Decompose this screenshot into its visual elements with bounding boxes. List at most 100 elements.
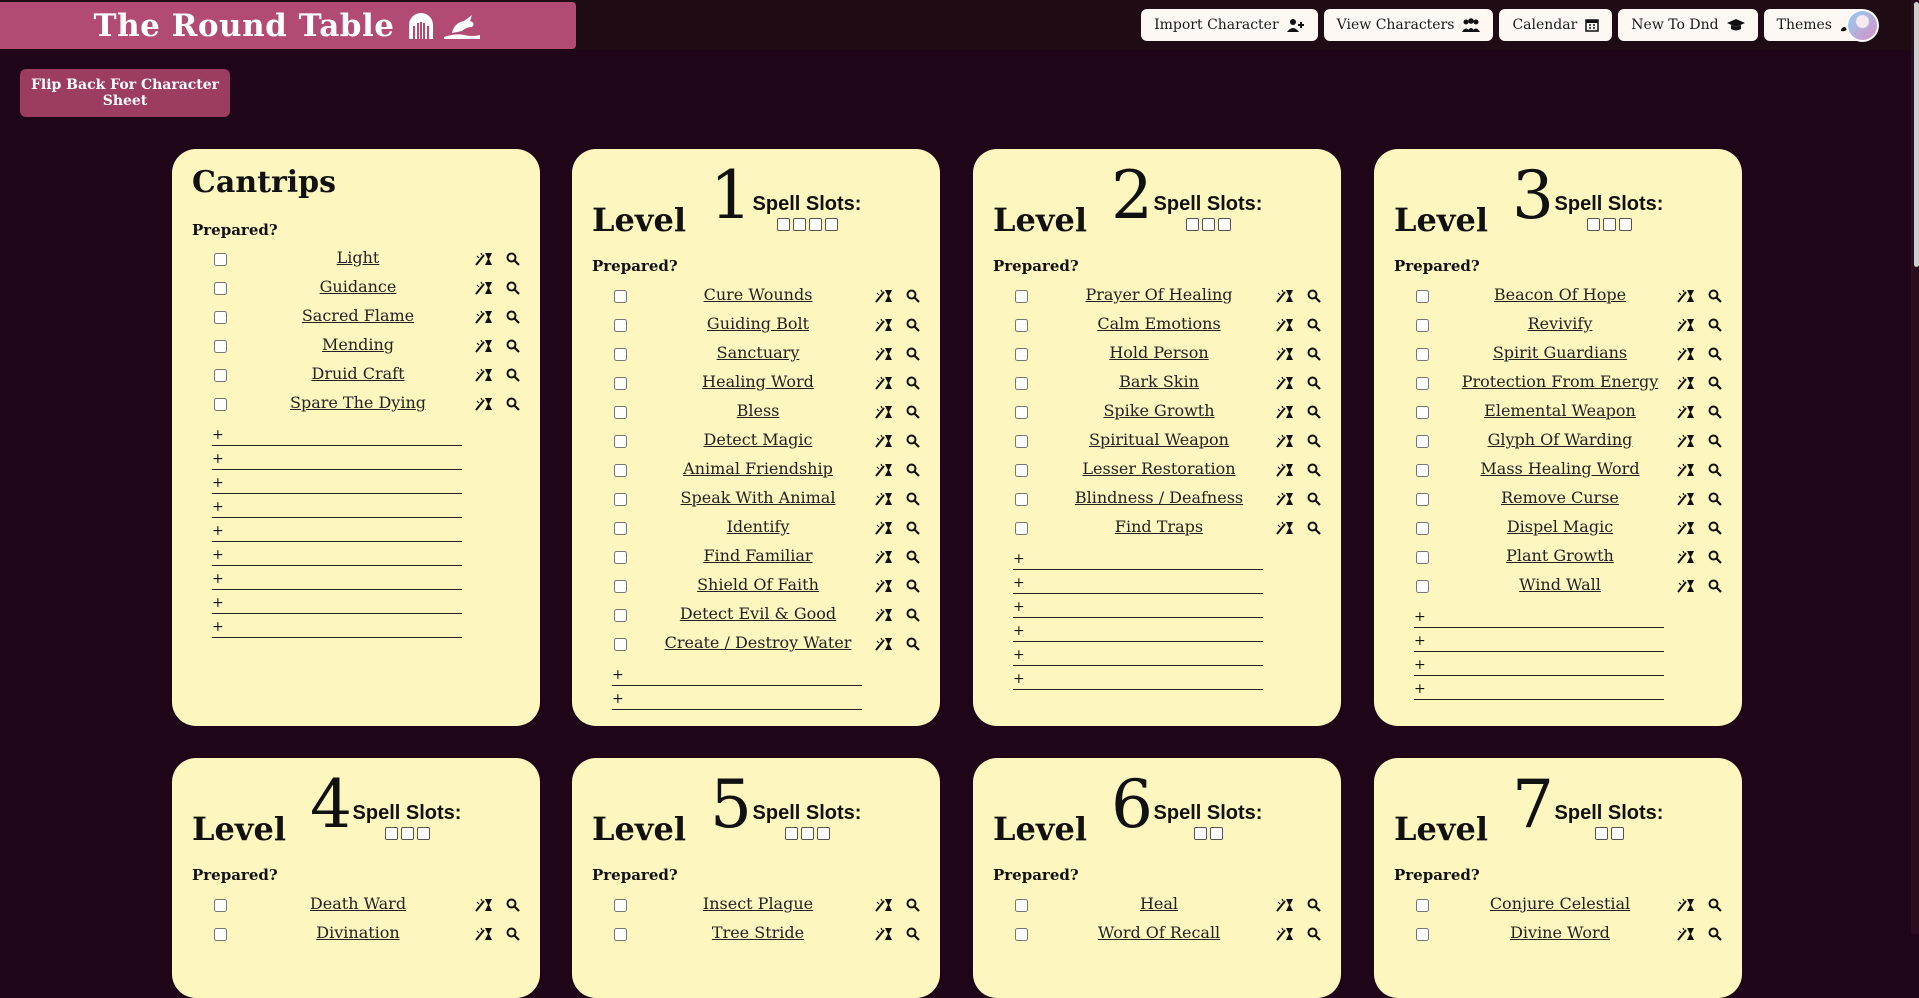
prepared-checkbox[interactable] bbox=[214, 340, 227, 353]
search-icon[interactable] bbox=[906, 317, 920, 332]
spell-slot-checkbox[interactable] bbox=[1201, 218, 1215, 231]
cast-spell-icon[interactable] bbox=[1677, 375, 1695, 390]
spell-link[interactable]: Blindness / Deafness bbox=[1045, 488, 1273, 507]
add-spell-row[interactable]: + bbox=[1414, 677, 1664, 700]
cast-spell-icon[interactable] bbox=[875, 404, 893, 419]
cast-spell-icon[interactable] bbox=[1276, 462, 1294, 477]
user-avatar[interactable] bbox=[1846, 9, 1879, 42]
spell-link[interactable]: Tree Stride bbox=[644, 923, 872, 942]
prepared-checkbox[interactable] bbox=[1416, 348, 1429, 361]
spell-slot-checkbox[interactable] bbox=[776, 218, 790, 231]
prepared-checkbox[interactable] bbox=[1015, 319, 1028, 332]
search-icon[interactable] bbox=[906, 926, 920, 941]
cast-spell-icon[interactable] bbox=[875, 578, 893, 593]
search-icon[interactable] bbox=[906, 462, 920, 477]
spell-link[interactable]: Find Familiar bbox=[644, 546, 872, 565]
brand-banner[interactable]: The Round Table bbox=[0, 2, 576, 49]
search-icon[interactable] bbox=[1708, 520, 1722, 535]
spell-link[interactable]: Cure Wounds bbox=[644, 285, 872, 304]
cast-spell-icon[interactable] bbox=[875, 433, 893, 448]
search-icon[interactable] bbox=[1307, 288, 1321, 303]
prepared-checkbox[interactable] bbox=[1015, 522, 1028, 535]
spell-link[interactable]: Remove Curse bbox=[1446, 488, 1674, 507]
cast-spell-icon[interactable] bbox=[875, 462, 893, 477]
spell-link[interactable]: Detect Evil & Good bbox=[644, 604, 872, 623]
spell-link[interactable]: Calm Emotions bbox=[1045, 314, 1273, 333]
add-spell-row[interactable]: + bbox=[212, 543, 462, 566]
search-icon[interactable] bbox=[906, 491, 920, 506]
search-icon[interactable] bbox=[1708, 926, 1722, 941]
spell-link[interactable]: Druid Craft bbox=[244, 364, 472, 383]
spell-slot-checkbox[interactable] bbox=[1217, 218, 1231, 231]
prepared-checkbox[interactable] bbox=[614, 638, 627, 651]
import-character-button[interactable]: Import Character bbox=[1141, 9, 1318, 41]
add-spell-row[interactable]: + bbox=[212, 471, 462, 494]
cast-spell-icon[interactable] bbox=[1677, 288, 1695, 303]
cast-spell-icon[interactable] bbox=[1677, 346, 1695, 361]
cast-spell-icon[interactable] bbox=[875, 897, 893, 912]
spell-slot-checkbox[interactable] bbox=[808, 218, 822, 231]
cast-spell-icon[interactable] bbox=[1677, 897, 1695, 912]
search-icon[interactable] bbox=[506, 280, 520, 295]
prepared-checkbox[interactable] bbox=[614, 580, 627, 593]
prepared-checkbox[interactable] bbox=[1416, 406, 1429, 419]
search-icon[interactable] bbox=[906, 433, 920, 448]
prepared-checkbox[interactable] bbox=[214, 398, 227, 411]
search-icon[interactable] bbox=[506, 396, 520, 411]
search-icon[interactable] bbox=[1708, 317, 1722, 332]
spell-link[interactable]: Wind Wall bbox=[1446, 575, 1674, 594]
prepared-checkbox[interactable] bbox=[1015, 406, 1028, 419]
spell-link[interactable]: Protection From Energy bbox=[1446, 372, 1674, 391]
spell-link[interactable]: Find Traps bbox=[1045, 517, 1273, 536]
prepared-checkbox[interactable] bbox=[1015, 290, 1028, 303]
add-spell-row[interactable]: + bbox=[212, 495, 462, 518]
prepared-checkbox[interactable] bbox=[214, 253, 227, 266]
add-spell-row[interactable]: + bbox=[212, 447, 462, 470]
cast-spell-icon[interactable] bbox=[1276, 375, 1294, 390]
search-icon[interactable] bbox=[1708, 375, 1722, 390]
search-icon[interactable] bbox=[1708, 578, 1722, 593]
spell-link[interactable]: Divination bbox=[244, 923, 472, 942]
search-icon[interactable] bbox=[906, 288, 920, 303]
search-icon[interactable] bbox=[906, 520, 920, 535]
prepared-checkbox[interactable] bbox=[614, 435, 627, 448]
page-scrollbar[interactable] bbox=[1911, 0, 1919, 934]
spell-link[interactable]: Prayer Of Healing bbox=[1045, 285, 1273, 304]
prepared-checkbox[interactable] bbox=[1416, 319, 1429, 332]
prepared-checkbox[interactable] bbox=[1015, 928, 1028, 941]
add-spell-row[interactable]: + bbox=[1414, 629, 1664, 652]
prepared-checkbox[interactable] bbox=[1416, 464, 1429, 477]
cast-spell-icon[interactable] bbox=[875, 346, 893, 361]
search-icon[interactable] bbox=[906, 636, 920, 651]
search-icon[interactable] bbox=[1708, 433, 1722, 448]
prepared-checkbox[interactable] bbox=[1416, 522, 1429, 535]
prepared-checkbox[interactable] bbox=[614, 319, 627, 332]
cast-spell-icon[interactable] bbox=[875, 549, 893, 564]
spell-link[interactable]: Divine Word bbox=[1446, 923, 1674, 942]
spell-link[interactable]: Sanctuary bbox=[644, 343, 872, 362]
cast-spell-icon[interactable] bbox=[1276, 433, 1294, 448]
cast-spell-icon[interactable] bbox=[875, 926, 893, 941]
spell-slot-checkbox[interactable] bbox=[400, 827, 414, 840]
spell-link[interactable]: Healing Word bbox=[644, 372, 872, 391]
prepared-checkbox[interactable] bbox=[1416, 377, 1429, 390]
cast-spell-icon[interactable] bbox=[475, 367, 493, 382]
prepared-checkbox[interactable] bbox=[214, 369, 227, 382]
cast-spell-icon[interactable] bbox=[1677, 433, 1695, 448]
search-icon[interactable] bbox=[1307, 375, 1321, 390]
calendar-button[interactable]: Calendar bbox=[1499, 9, 1613, 41]
spell-link[interactable]: Shield Of Faith bbox=[644, 575, 872, 594]
search-icon[interactable] bbox=[506, 338, 520, 353]
new-to-dnd-button[interactable]: New To Dnd bbox=[1618, 9, 1758, 41]
scrollbar-thumb[interactable] bbox=[1914, 2, 1919, 267]
add-spell-row[interactable]: + bbox=[1013, 667, 1263, 690]
add-spell-row[interactable]: + bbox=[212, 591, 462, 614]
search-icon[interactable] bbox=[1307, 346, 1321, 361]
prepared-checkbox[interactable] bbox=[1416, 493, 1429, 506]
search-icon[interactable] bbox=[1307, 520, 1321, 535]
prepared-checkbox[interactable] bbox=[614, 406, 627, 419]
prepared-checkbox[interactable] bbox=[614, 290, 627, 303]
cast-spell-icon[interactable] bbox=[475, 338, 493, 353]
spell-link[interactable]: Beacon Of Hope bbox=[1446, 285, 1674, 304]
spell-slot-checkbox[interactable] bbox=[1193, 827, 1207, 840]
